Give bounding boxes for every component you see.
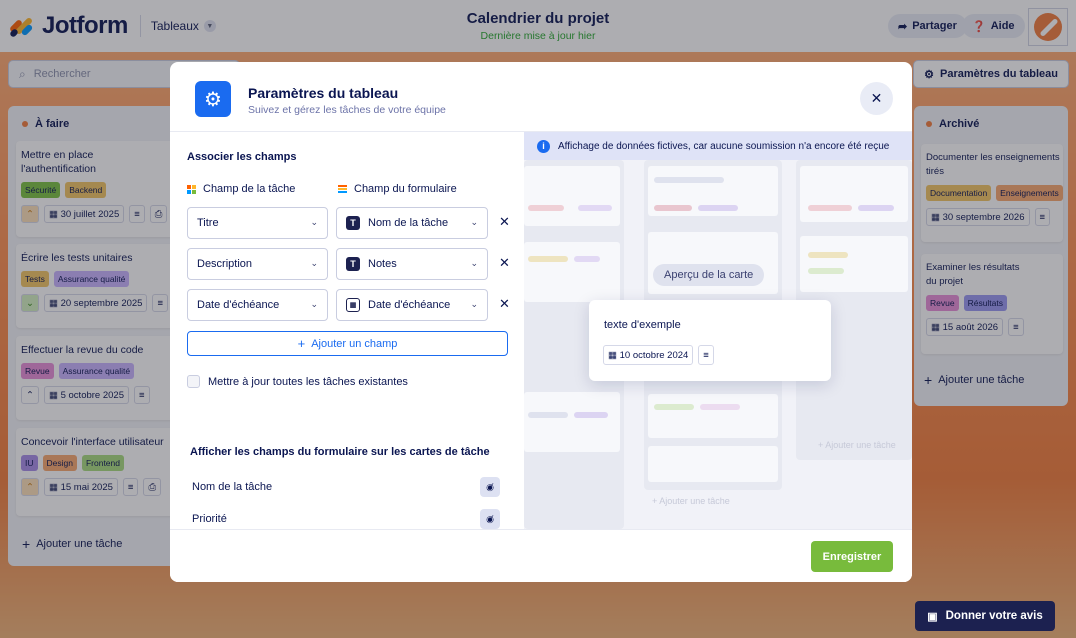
modal-header: ⚙ Paramètres du tableau Suivez et gérez … xyxy=(170,62,912,132)
select-value: Titre xyxy=(197,217,219,229)
form-field-select[interactable]: ▦ Date d'échéance ⌄ xyxy=(336,289,488,321)
field-mapping-pane: Associer les champs Champ de la tâche Ch… xyxy=(170,132,524,529)
chevron-down-icon: ⌄ xyxy=(470,299,478,309)
close-icon: ✕ xyxy=(499,214,510,229)
modal-title: Paramètres du tableau xyxy=(248,85,399,101)
ghost-bar xyxy=(808,205,852,211)
ghost-add-label: Ajouter une tâche xyxy=(825,440,896,450)
ghost-card xyxy=(800,236,908,292)
task-field-select[interactable]: Titre ⌄ xyxy=(187,207,328,239)
eye-off-icon[interactable]: ◉̸ xyxy=(480,477,500,497)
ghost-card xyxy=(648,394,778,438)
modal-subtitle: Suivez et gérez les tâches de votre équi… xyxy=(248,104,446,116)
feedback-label: Donner votre avis xyxy=(945,610,1043,622)
ghost-bar xyxy=(808,268,844,274)
chevron-down-icon: ⌄ xyxy=(310,299,318,309)
add-field-label: Ajouter un champ xyxy=(311,337,398,350)
update-all-label: Mettre à jour toutes les tâches existant… xyxy=(208,375,408,388)
form-field-icon xyxy=(338,185,347,193)
form-field-select[interactable]: T Nom de la tâche ⌄ xyxy=(336,207,488,239)
form-field-header-label: Champ du formulaire xyxy=(354,183,457,195)
preview-label-pill: Aperçu de la carte xyxy=(653,264,765,286)
section-title: Afficher les champs du formulaire sur le… xyxy=(190,446,490,458)
ghost-bar xyxy=(654,205,692,211)
eye-off-icon[interactable]: ◉̸ xyxy=(480,509,500,529)
task-field-icon xyxy=(187,184,196,194)
preview-date-text: 10 octobre 2024 xyxy=(619,349,689,361)
ghost-bar xyxy=(528,205,564,211)
ghost-bar xyxy=(528,256,568,262)
remove-mapping-button[interactable]: ✕ xyxy=(499,255,510,271)
ghost-bar xyxy=(574,256,600,262)
save-button[interactable]: Enregistrer xyxy=(811,541,893,572)
ghost-add-label: Ajouter une tâche xyxy=(659,496,730,506)
info-banner: i Affichage de données fictives, car auc… xyxy=(524,132,912,160)
select-value: Notes xyxy=(368,258,397,270)
preview-card-title: texte d'exemple xyxy=(604,319,681,331)
section-title: Associer les champs xyxy=(187,151,297,163)
ghost-bar xyxy=(528,412,568,418)
select-value: Date d'échéance xyxy=(368,299,451,311)
chevron-down-icon: ⌄ xyxy=(310,217,318,227)
update-all-tasks-option[interactable]: Mettre à jour toutes les tâches existant… xyxy=(187,375,408,388)
card-preview-pane: i Affichage de données fictives, car auc… xyxy=(524,132,912,529)
form-field-header: Champ du formulaire xyxy=(338,183,457,195)
task-field-header-label: Champ de la tâche xyxy=(203,183,296,195)
notes-icon: ≡ xyxy=(698,345,714,365)
ghost-bar xyxy=(808,252,848,258)
gear-icon: ⚙ xyxy=(195,81,231,117)
ghost-bar xyxy=(654,404,694,410)
display-field-label: Nom de la tâche xyxy=(192,481,273,493)
ghost-bar xyxy=(698,205,738,211)
close-icon: ✕ xyxy=(870,90,883,106)
ghost-add-task: + Ajouter une tâche xyxy=(652,496,730,506)
chevron-down-icon: ⌄ xyxy=(470,217,478,227)
preview-label: Aperçu de la carte xyxy=(664,269,754,281)
plus-icon: + xyxy=(297,336,306,351)
form-field-select[interactable]: T Notes ⌄ xyxy=(336,248,488,280)
preview-card: texte d'exemple ▦ 10 octobre 2024 ≡ xyxy=(589,300,831,381)
ghost-bar xyxy=(574,412,608,418)
remove-mapping-button[interactable]: ✕ xyxy=(499,214,510,230)
board-settings-modal: ⚙ Paramètres du tableau Suivez et gérez … xyxy=(170,62,912,582)
update-all-checkbox[interactable] xyxy=(187,375,200,388)
ghost-card xyxy=(648,446,778,482)
add-field-button[interactable]: + Ajouter un champ xyxy=(187,331,508,356)
ghost-bar xyxy=(858,205,894,211)
modal-footer: Enregistrer xyxy=(170,529,912,582)
info-text: Affichage de données fictives, car aucun… xyxy=(558,140,890,152)
feedback-button[interactable]: ▣ Donner votre avis xyxy=(915,601,1055,631)
ghost-add-task: + Ajouter une tâche xyxy=(818,440,896,450)
preview-due-date: ▦ 10 octobre 2024 xyxy=(603,345,694,365)
chat-icon: ▣ xyxy=(927,610,938,623)
select-value: Nom de la tâche xyxy=(368,217,449,229)
display-field-label: Priorité xyxy=(192,513,227,525)
display-field-row: Nom de la tâche xyxy=(192,481,272,493)
ghost-card xyxy=(524,392,620,452)
chevron-down-icon: ⌄ xyxy=(310,258,318,268)
display-field-row: Priorité xyxy=(192,513,227,525)
calendar-icon: ▦ xyxy=(608,349,620,361)
task-field-select[interactable]: Description ⌄ xyxy=(187,248,328,280)
chevron-down-icon: ⌄ xyxy=(470,258,478,268)
ghost-card xyxy=(800,166,908,222)
ghost-card xyxy=(524,242,620,302)
info-icon: i xyxy=(537,139,550,153)
ghost-bar xyxy=(578,205,612,211)
select-value: Date d'échéance xyxy=(197,299,280,311)
ghost-bar xyxy=(654,177,724,183)
close-icon: ✕ xyxy=(499,296,510,311)
close-icon: ✕ xyxy=(499,255,510,270)
text-icon: T xyxy=(346,257,360,271)
ghost-card xyxy=(524,166,620,226)
ghost-bar xyxy=(700,404,740,410)
select-value: Description xyxy=(197,258,253,270)
task-field-header: Champ de la tâche xyxy=(187,183,295,195)
calendar-icon: ▦ xyxy=(346,298,360,312)
close-button[interactable]: ✕ xyxy=(860,82,893,115)
text-icon: T xyxy=(346,216,360,230)
remove-mapping-button[interactable]: ✕ xyxy=(499,296,510,312)
task-field-select[interactable]: Date d'échéance ⌄ xyxy=(187,289,328,321)
